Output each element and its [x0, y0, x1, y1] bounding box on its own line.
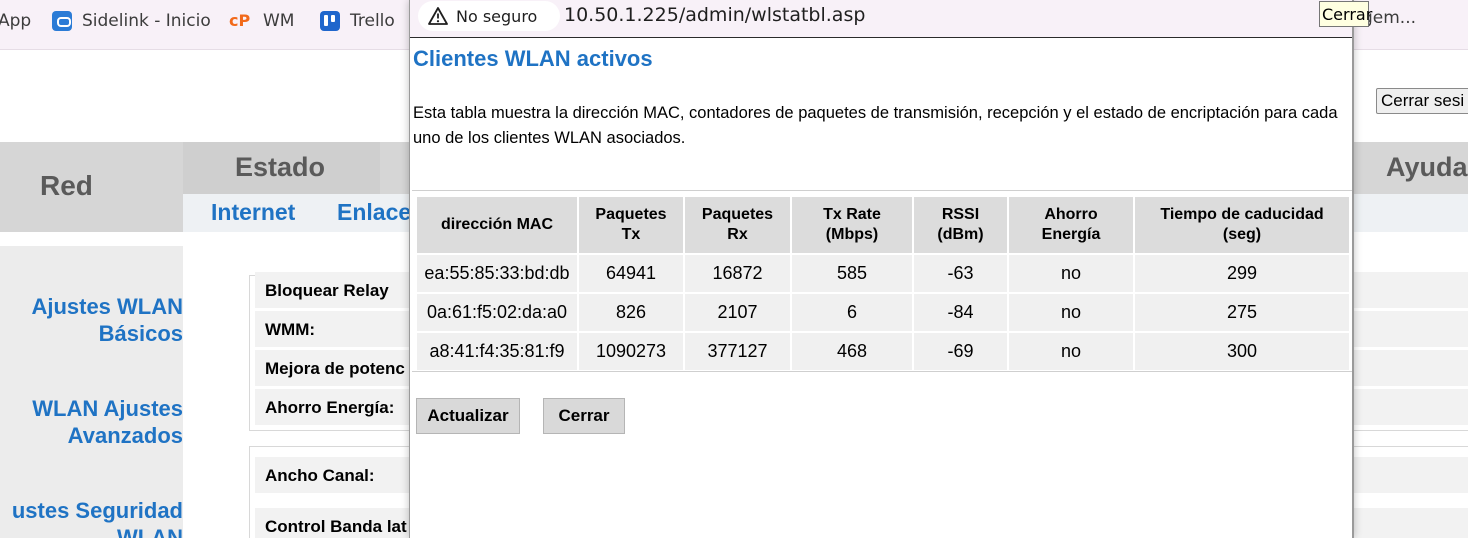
sidelink-icon: [52, 11, 72, 31]
nav-red-label: Red: [40, 170, 93, 201]
table-row: a8:41:f4:35:81:f9 1090273 377127 468 -69…: [417, 333, 1349, 370]
column-header: Tiempo de caducidad (seg): [1135, 197, 1349, 253]
header-line: (seg): [1222, 226, 1262, 243]
trello-icon: [320, 11, 340, 31]
sidebar-item-label: ustes Seguridad: [11, 498, 183, 523]
column-header: Paquetes Tx: [579, 197, 683, 253]
cell-rssi: -63: [914, 255, 1007, 292]
table-header-row: dirección MAC Paquetes Tx Paquetes Rx Tx R…: [417, 197, 1349, 253]
refresh-button[interactable]: Actualizar: [416, 398, 520, 434]
label-wmm: WMM:: [265, 320, 316, 339]
sidebar-item-label: WLAN Ajustes: [32, 396, 183, 421]
clients-table: dirección MAC Paquetes Tx Paquetes Rx Tx R…: [415, 195, 1351, 372]
sidebar-item-wlan-advanced[interactable]: WLAN Ajustes Avanzados: [32, 395, 183, 449]
logout-button[interactable]: Cerrar sesi: [1376, 88, 1468, 114]
cell-mac: ea:55:85:33:bd:db: [417, 255, 577, 292]
label-ancho-canal: Ancho Canal:: [265, 466, 375, 485]
bookmark-label: WM: [263, 11, 295, 31]
cell-mac: 0a:61:f5:02:da:a0: [417, 294, 577, 331]
label-mejora-potencia: Mejora de potenc: [265, 359, 405, 378]
cell-tx-rate: 468: [792, 333, 912, 370]
label-bloquear-relay: Bloquear Relay: [265, 281, 389, 300]
label-ahorro-energia: Ahorro Energía:: [265, 398, 395, 417]
popup-window: No seguro 10.50.1.225/admin/wlstatbl.asp…: [409, 0, 1354, 538]
nav-estado[interactable]: Estado: [183, 142, 380, 194]
sidebar-item-wlan-security[interactable]: ustes Seguridad WLAN: [12, 497, 183, 538]
close-tooltip: Cerrar: [1319, 1, 1372, 27]
subnav-internet[interactable]: Internet: [211, 199, 295, 226]
header-line: Rx: [727, 226, 748, 243]
sidebar-item-label: WLAN: [117, 525, 183, 538]
column-header: RSSI (dBm): [914, 197, 1007, 253]
nav-red[interactable]: Red: [0, 142, 183, 232]
popup-address-bar: No seguro 10.50.1.225/admin/wlstatbl.asp: [410, 0, 1352, 38]
wm-icon: cP: [229, 11, 251, 30]
cell-power-save: no: [1009, 333, 1133, 370]
sidebar: [0, 246, 183, 538]
bookmark-app[interactable]: App: [0, 10, 31, 32]
cell-rx-packets: 2107: [685, 294, 790, 331]
screen: App Sidelink - Inicio cP WM Trello gem..…: [0, 0, 1468, 538]
sidebar-item-wlan-basic[interactable]: Ajustes WLAN Básicos: [31, 293, 183, 347]
header-line: dirección MAC: [440, 216, 553, 233]
column-header: Tx Rate (Mbps): [792, 197, 912, 253]
header-line: Tiempo de caducidad: [1160, 206, 1324, 223]
sidebar-item-label: Básicos: [98, 321, 183, 346]
clients-table-container: dirección MAC Paquetes Tx Paquetes Rx Tx R…: [412, 190, 1352, 372]
table-row: 0a:61:f5:02:da:a0 826 2107 6 -84 no 275: [417, 294, 1349, 331]
cell-expiry: 299: [1135, 255, 1349, 292]
cell-power-save: no: [1009, 255, 1133, 292]
nav-ayuda[interactable]: Ayuda: [1386, 152, 1468, 183]
cell-tx-packets: 826: [579, 294, 683, 331]
page-description: Esta tabla muestra la dirección MAC, con…: [413, 104, 1338, 147]
bookmark-label: App: [0, 11, 32, 31]
cell-mac: a8:41:f4:35:81:f9: [417, 333, 577, 370]
header-line: RSSI: [941, 206, 980, 223]
cell-tx-rate: 585: [792, 255, 912, 292]
security-label: No seguro: [456, 6, 538, 26]
bookmark-label: Sidelink - Inicio: [82, 11, 211, 31]
header-line: (dBm): [937, 226, 984, 243]
warning-icon: [428, 7, 448, 25]
header-line: Tx: [621, 226, 641, 243]
column-header: Ahorro Energía: [1009, 197, 1133, 253]
page-title: Clientes WLAN activos: [413, 46, 653, 71]
cell-tx-packets: 1090273: [579, 333, 683, 370]
cell-expiry: 275: [1135, 294, 1349, 331]
table-row: ea:55:85:33:bd:db 64941 16872 585 -63 no…: [417, 255, 1349, 292]
header-line: Energía: [1041, 226, 1101, 243]
bookmark-label: Trello: [350, 11, 395, 31]
header-line: Tx Rate: [823, 206, 881, 223]
security-indicator[interactable]: No seguro: [418, 1, 560, 31]
header-line: Ahorro: [1044, 206, 1098, 223]
cell-rssi: -84: [914, 294, 1007, 331]
sidebar-item-label: Avanzados: [67, 423, 183, 448]
cell-tx-rate: 6: [792, 294, 912, 331]
column-header: Paquetes Rx: [685, 197, 790, 253]
bookmark-trello[interactable]: Trello: [320, 10, 395, 32]
cell-expiry: 300: [1135, 333, 1349, 370]
header-line: Paquetes: [595, 206, 667, 223]
cell-tx-packets: 64941: [579, 255, 683, 292]
subnav-enlace[interactable]: Enlace: [337, 199, 411, 226]
bookmark-wm[interactable]: cP WM: [229, 10, 294, 32]
header-line: (Mbps): [825, 226, 879, 243]
cell-rx-packets: 16872: [685, 255, 790, 292]
column-header: dirección MAC: [417, 197, 577, 253]
close-button[interactable]: Cerrar: [543, 398, 625, 434]
sidebar-item-label: Ajustes WLAN: [31, 294, 183, 319]
bookmark-sidelink[interactable]: Sidelink - Inicio: [52, 10, 211, 32]
nav-estado-label: Estado: [235, 152, 326, 182]
header-line: Paquetes: [701, 206, 774, 223]
label-control-banda: Control Banda lat: [265, 517, 407, 536]
cell-rssi: -69: [914, 333, 1007, 370]
cell-rx-packets: 377127: [685, 333, 790, 370]
address-url[interactable]: 10.50.1.225/admin/wlstatbl.asp: [564, 4, 865, 26]
cell-power-save: no: [1009, 294, 1133, 331]
